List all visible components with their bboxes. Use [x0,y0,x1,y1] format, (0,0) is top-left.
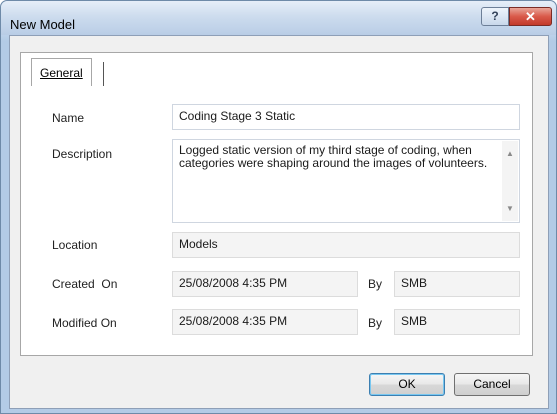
created-by-field: SMB [394,271,520,297]
description-scrollbar[interactable]: ▲ ▼ [502,141,518,221]
location-value: Models [179,237,218,251]
created-by-value: SMB [401,276,428,290]
created-on-label: Created On [52,277,118,291]
modified-date-field: 25/08/2008 4:35 PM [172,309,358,335]
modified-by-value: SMB [401,314,428,328]
location-label: Location [52,238,98,252]
modified-by-label: By [368,316,383,330]
tab-general-label: General [40,66,83,80]
cancel-button[interactable]: Cancel [454,373,530,396]
description-textarea[interactable]: Logged static version of my third stage … [172,139,520,223]
name-input[interactable]: Coding Stage 3 Static [172,104,520,130]
help-button[interactable]: ? [481,7,509,26]
tab-general[interactable]: General [31,58,92,86]
description-label: Description [52,147,113,161]
name-label: Name [52,111,85,125]
modified-date-value: 25/08/2008 4:35 PM [179,314,288,328]
created-date-field: 25/08/2008 4:35 PM [172,271,358,297]
modified-on-label: Modified On [52,316,117,330]
name-value: Coding Stage 3 Static [179,109,296,123]
title-bar[interactable]: New Model ? ✕ [1,1,556,35]
close-button[interactable]: ✕ [509,7,552,26]
created-by-label: By [368,277,383,291]
tab-separator [103,62,104,86]
help-icon: ? [491,9,499,23]
window-title: New Model [10,17,76,32]
created-date-value: 25/08/2008 4:35 PM [179,276,288,290]
close-icon: ✕ [525,9,536,24]
modified-by-field: SMB [394,309,520,335]
description-value: Logged static version of my third stage … [179,143,488,170]
scroll-down-arrow-icon[interactable]: ▼ [506,202,514,215]
scroll-up-arrow-icon[interactable]: ▲ [506,147,514,160]
ok-button[interactable]: OK [369,373,445,396]
location-field: Models [172,232,520,258]
